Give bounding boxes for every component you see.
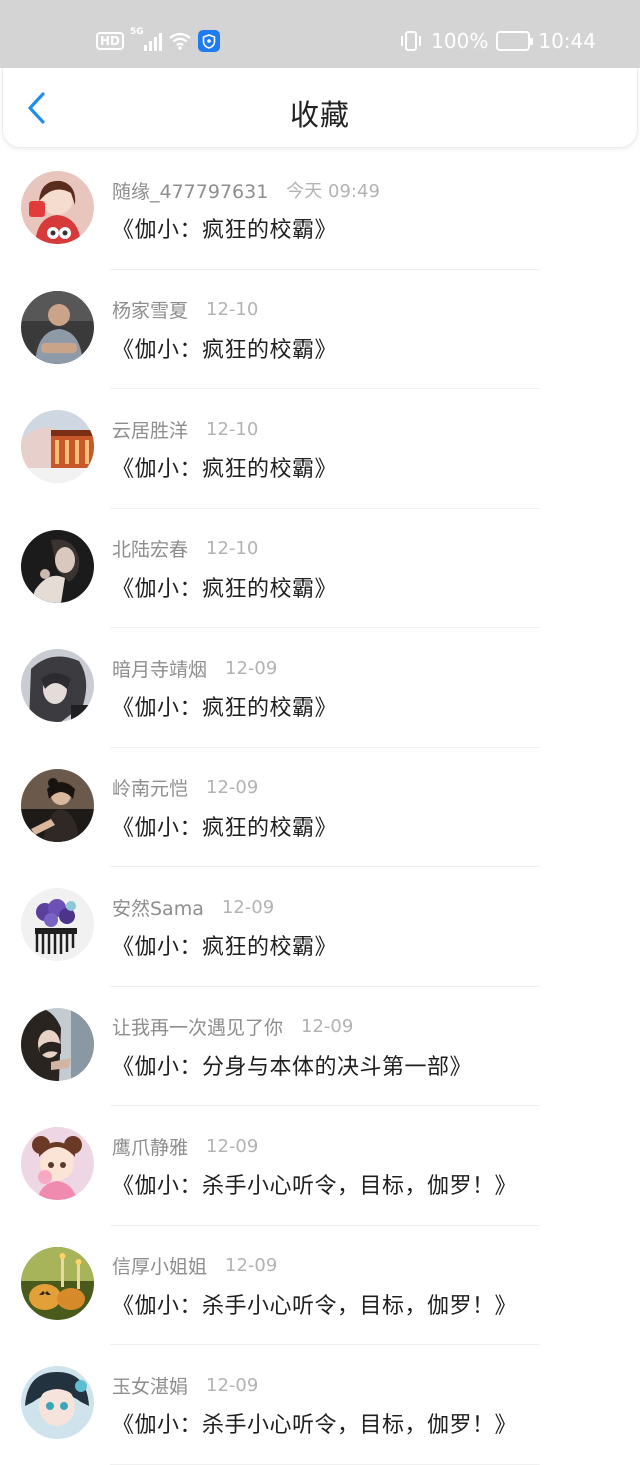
avatar[interactable] <box>21 290 94 364</box>
avatar[interactable] <box>21 410 94 483</box>
status-right: 100% 10:44 <box>399 28 596 54</box>
avatar[interactable] <box>21 1366 94 1439</box>
list-item[interactable]: 鹰爪静雅 12-09 《伽小：杀手小心听令，目标，伽罗！》 <box>0 1106 640 1226</box>
avatar[interactable] <box>21 1007 94 1081</box>
list-item[interactable]: 让我再一次遇见了你 12-09 《伽小：分身与本体的决斗第一部》 <box>0 987 640 1106</box>
nav-header: 收藏 <box>2 68 638 148</box>
list-item[interactable]: 云居胜洋 12-10 《伽小：疯狂的校霸》 <box>0 389 640 509</box>
wifi-icon <box>169 32 191 50</box>
hd-badge: HD <box>96 32 125 50</box>
battery-icon <box>496 31 534 51</box>
user-name: 让我再一次遇见了你 <box>112 1017 284 1039</box>
security-shield-icon <box>198 30 221 52</box>
status-left: HD 5G <box>96 27 221 54</box>
timestamp: 12-10 <box>206 418 259 440</box>
timestamp: 12-09 <box>206 1135 259 1157</box>
user-name: 随缘_477797631 <box>112 180 269 203</box>
item-title[interactable]: 《伽小：杀手小心听令，目标，伽罗！》 <box>112 1407 517 1439</box>
timestamp: 12-09 <box>225 1255 278 1276</box>
timestamp: 12-09 <box>206 1374 259 1396</box>
avatar[interactable] <box>21 529 94 603</box>
item-title[interactable]: 《伽小：分身与本体的决斗第一部》 <box>112 1049 472 1081</box>
user-name: 云居胜洋 <box>112 419 189 442</box>
avatar[interactable] <box>21 768 94 842</box>
timestamp: 12-09 <box>206 777 259 798</box>
status-bar: HD 5G 100% 10:44 <box>0 0 640 68</box>
signal-icon: 5G <box>130 27 163 51</box>
list-item[interactable]: 北陆宏春 12-10 《伽小：疯狂的校霸》 <box>0 509 640 628</box>
item-title[interactable]: 《伽小：疯狂的校霸》 <box>112 929 337 961</box>
list-item[interactable]: 信厚小姐姐 12-09 《伽小：杀手小心听令，目标，伽罗！》 <box>0 1226 640 1345</box>
avatar[interactable] <box>21 1246 94 1320</box>
list-item[interactable]: 玉女湛娟 12-09 《伽小：杀手小心听令，目标，伽罗！》 <box>0 1345 640 1465</box>
timestamp: 12-09 <box>221 896 275 918</box>
item-title[interactable]: 《伽小：疯狂的校霸》 <box>112 810 337 842</box>
list-item[interactable]: 随缘_477797631 今天 09:49 《伽小：疯狂的校霸》 <box>0 150 640 270</box>
user-name: 杨家雪夏 <box>112 300 189 322</box>
item-title[interactable]: 《伽小：疯狂的校霸》 <box>112 332 337 364</box>
vibrate-icon <box>401 31 422 51</box>
item-title[interactable]: 《伽小：疯狂的校霸》 <box>112 212 337 244</box>
user-name: 岭南元恺 <box>112 778 189 800</box>
favorites-list: 随缘_477797631 今天 09:49 《伽小：疯狂的校霸》 杨家雪夏 12… <box>0 150 640 1465</box>
item-title[interactable]: 《伽小：疯狂的校霸》 <box>112 690 337 722</box>
timestamp: 12-09 <box>301 1016 354 1037</box>
divider <box>110 1463 540 1465</box>
avatar[interactable] <box>21 1127 94 1200</box>
user-name: 鹰爪静雅 <box>112 1136 189 1159</box>
list-item[interactable]: 杨家雪夏 12-10 《伽小：疯狂的校霸》 <box>0 270 640 389</box>
item-title[interactable]: 《伽小：杀手小心听令，目标，伽罗！》 <box>112 1168 517 1200</box>
status-time: 10:44 <box>538 29 596 53</box>
item-title[interactable]: 《伽小：疯狂的校霸》 <box>112 451 337 483</box>
page-title: 收藏 <box>289 98 350 132</box>
item-title[interactable]: 《伽小：杀手小心听令，目标，伽罗！》 <box>112 1288 517 1320</box>
timestamp: 12-09 <box>225 657 278 679</box>
timestamp: 12-10 <box>206 299 259 320</box>
avatar[interactable] <box>21 888 94 961</box>
user-name: 安然Sama <box>112 897 204 920</box>
avatar[interactable] <box>21 171 94 244</box>
user-name: 北陆宏春 <box>112 539 189 561</box>
list-item[interactable]: 岭南元恺 12-09 《伽小：疯狂的校霸》 <box>0 748 640 867</box>
list-item[interactable]: 暗月寺靖烟 12-09 《伽小：疯狂的校霸》 <box>0 628 640 748</box>
list-item[interactable]: 安然Sama 12-09 《伽小：疯狂的校霸》 <box>0 867 640 987</box>
timestamp: 今天 09:49 <box>286 181 380 202</box>
user-name: 玉女湛娟 <box>112 1375 189 1398</box>
battery-percent: 100% <box>431 29 489 53</box>
timestamp: 12-10 <box>206 538 259 559</box>
item-title[interactable]: 《伽小：疯狂的校霸》 <box>112 571 337 603</box>
user-name: 信厚小姐姐 <box>112 1256 208 1278</box>
avatar[interactable] <box>21 649 94 722</box>
user-name: 暗月寺靖烟 <box>112 658 208 681</box>
